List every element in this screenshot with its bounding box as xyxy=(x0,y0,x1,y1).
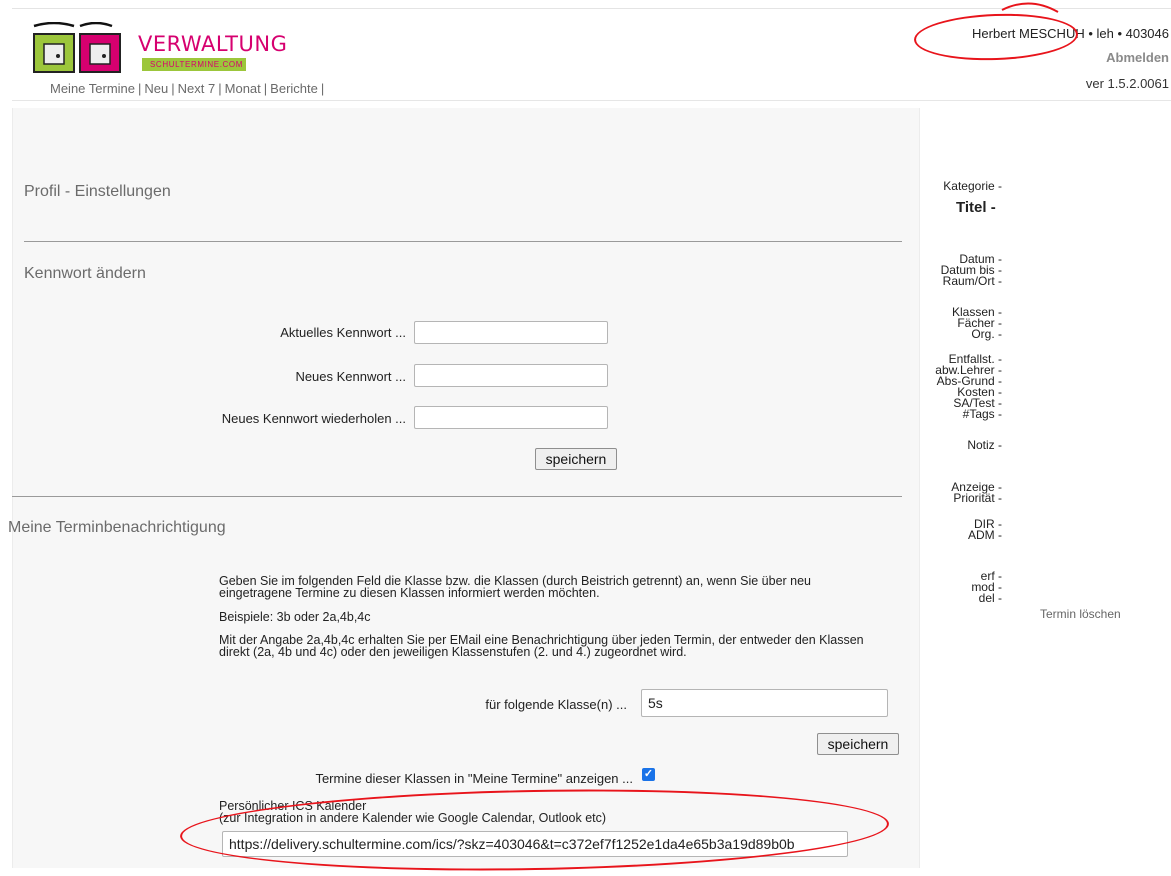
info-titel: Titel - xyxy=(956,199,996,216)
settings-panel xyxy=(12,108,920,868)
ics-subtitle: (zur Integration in andere Kalender wie … xyxy=(219,811,607,825)
new-password-label: Neues Kennwort ... xyxy=(295,369,406,384)
app-logo[interactable]: VERWALTUNG SCHULTERMINE.COM xyxy=(30,21,287,82)
section-divider xyxy=(24,241,902,242)
info-org: Org. - xyxy=(971,327,1002,341)
notification-intro: Geben Sie im folgenden Feld die Klasse b… xyxy=(219,575,909,600)
logo-subtitle: SCHULTERMINE.COM xyxy=(150,60,244,69)
nav-meine-termine[interactable]: Meine Termine xyxy=(50,81,135,96)
nav-monat[interactable]: Monat xyxy=(225,81,261,96)
user-info: Herbert MESCHUH • leh • 403046 xyxy=(972,26,1169,41)
profile-title: Profil - Einstellungen xyxy=(24,183,171,200)
notification-detail: Mit der Angabe 2a,4b,4c erhalten Sie per… xyxy=(219,634,909,659)
nav-next-7[interactable]: Next 7 xyxy=(178,81,216,96)
version-label: ver 1.5.2.0061 xyxy=(1085,76,1169,91)
nav-separator: | xyxy=(171,81,175,96)
logout-link[interactable]: Abmelden xyxy=(1106,50,1169,65)
nav-separator: | xyxy=(320,81,325,96)
save-notification-button[interactable]: speichern xyxy=(817,733,899,755)
class-label: für folgende Klasse(n) ... xyxy=(485,697,627,712)
main-nav: Meine Termine | Neu | Next 7 | Monat | Berichte | xyxy=(50,81,327,96)
save-password-button[interactable]: speichern xyxy=(535,448,617,470)
repeat-password-input[interactable] xyxy=(414,406,608,429)
show-in-my-events-label: Termine dieser Klassen in "Meine Termine… xyxy=(315,771,633,786)
top-border xyxy=(12,8,1171,9)
header-divider xyxy=(12,100,1171,101)
repeat-password-label: Neues Kennwort wiederholen ... xyxy=(221,411,406,426)
nav-separator: | xyxy=(218,81,222,96)
info-tags: #Tags - xyxy=(962,407,1002,421)
info-raum: Raum/Ort - xyxy=(942,274,1002,288)
class-input[interactable] xyxy=(641,689,888,717)
detail-line: direkt (2a, 4b und 4c) oder den jeweilig… xyxy=(219,645,687,659)
info-del: del - xyxy=(978,591,1002,605)
info-kategorie: Kategorie - xyxy=(943,179,1002,193)
current-password-input[interactable] xyxy=(414,321,608,344)
nav-neu[interactable]: Neu xyxy=(144,81,168,96)
show-in-my-events-checkbox[interactable]: ✓ xyxy=(642,768,655,781)
info-notiz: Notiz - xyxy=(967,438,1002,452)
intro-line: eingetragene Termine zu diesen Klassen i… xyxy=(219,586,600,600)
new-password-input[interactable] xyxy=(414,364,608,387)
nav-separator: | xyxy=(138,81,142,96)
section-divider xyxy=(12,496,902,497)
current-password-label: Aktuelles Kennwort ... xyxy=(280,325,406,340)
notification-examples: Beispiele: 3b oder 2a,4b,4c xyxy=(219,610,371,624)
ics-url-field[interactable] xyxy=(222,831,848,857)
nav-berichte[interactable]: Berichte xyxy=(270,81,318,96)
delete-event-link[interactable]: Termin löschen xyxy=(1040,607,1121,621)
info-prioritaet: Priorität - xyxy=(953,491,1002,505)
annotation-stroke-user xyxy=(1001,2,1059,13)
nav-separator: | xyxy=(263,81,268,96)
info-adm: ADM - xyxy=(968,528,1002,542)
password-section-title: Kennwort ändern xyxy=(24,265,146,282)
logo-title: VERWALTUNG xyxy=(138,32,288,56)
notification-section-title: Meine Terminbenachrichtigung xyxy=(8,519,226,536)
